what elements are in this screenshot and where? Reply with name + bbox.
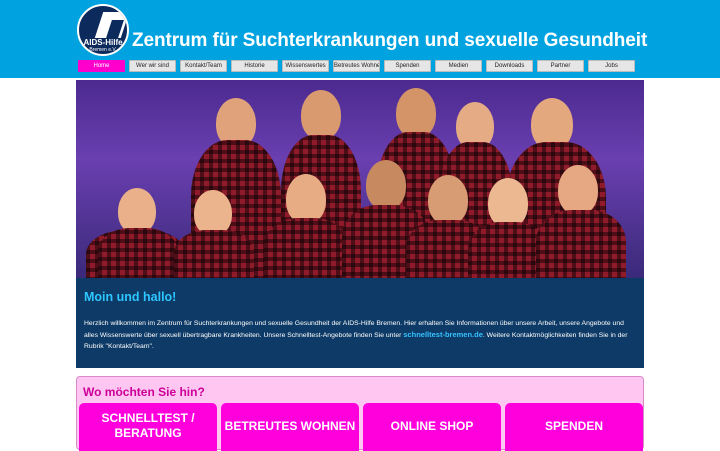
nav-item-wer-wir-sind[interactable]: Wer wir sind bbox=[129, 60, 176, 72]
site-header: AIDS-Hilfe Bremen e.V. Zentrum für Sucht… bbox=[0, 0, 720, 78]
destination-buttons: SCHNELLTEST / BERATUNG BETREUTES WOHNEN … bbox=[79, 403, 643, 451]
team-illustration bbox=[76, 80, 644, 278]
schnelltest-link[interactable]: schnelltest-bremen.de bbox=[403, 330, 483, 339]
destination-section: Wo möchten Sie hin? SCHNELLTEST / BERATU… bbox=[76, 376, 644, 451]
nav-item-spenden[interactable]: Spenden bbox=[384, 60, 431, 72]
aids-hilfe-logo[interactable]: AIDS-Hilfe Bremen e.V. bbox=[77, 4, 129, 56]
main-navigation: Home Wer wir sind Kontakt/Team Historie … bbox=[78, 60, 635, 72]
spenden-button[interactable]: SPENDEN bbox=[505, 403, 643, 451]
nav-item-historie[interactable]: Historie bbox=[231, 60, 278, 72]
nav-item-wissenswertes[interactable]: Wissenswertes bbox=[282, 60, 329, 72]
welcome-section: Moin und hallo! Herzlich willkommen im Z… bbox=[76, 278, 644, 368]
nav-item-downloads[interactable]: Downloads bbox=[486, 60, 533, 72]
nav-item-partner[interactable]: Partner bbox=[537, 60, 584, 72]
nav-item-home[interactable]: Home bbox=[78, 60, 125, 72]
schnelltest-beratung-button[interactable]: SCHNELLTEST / BERATUNG bbox=[79, 403, 217, 451]
nav-item-jobs[interactable]: Jobs bbox=[588, 60, 635, 72]
nav-item-betreutes-wohnen[interactable]: Betreutes Wohnen bbox=[333, 60, 380, 72]
site-title: Zentrum für Suchterkrankungen und sexuel… bbox=[132, 30, 648, 51]
betreutes-wohnen-button[interactable]: BETREUTES WOHNEN bbox=[221, 403, 359, 451]
welcome-heading: Moin und hallo! bbox=[84, 290, 177, 304]
logo-text: AIDS-Hilfe bbox=[83, 38, 123, 47]
nav-item-kontakt-team[interactable]: Kontakt/Team bbox=[180, 60, 227, 72]
destination-heading: Wo möchten Sie hin? bbox=[83, 385, 205, 399]
logo-subtext: Bremen e.V. bbox=[89, 47, 117, 53]
nav-item-medien[interactable]: Medien bbox=[435, 60, 482, 72]
welcome-text: Herzlich willkommen im Zentrum für Sucht… bbox=[84, 318, 636, 352]
online-shop-button[interactable]: ONLINE SHOP bbox=[363, 403, 501, 451]
